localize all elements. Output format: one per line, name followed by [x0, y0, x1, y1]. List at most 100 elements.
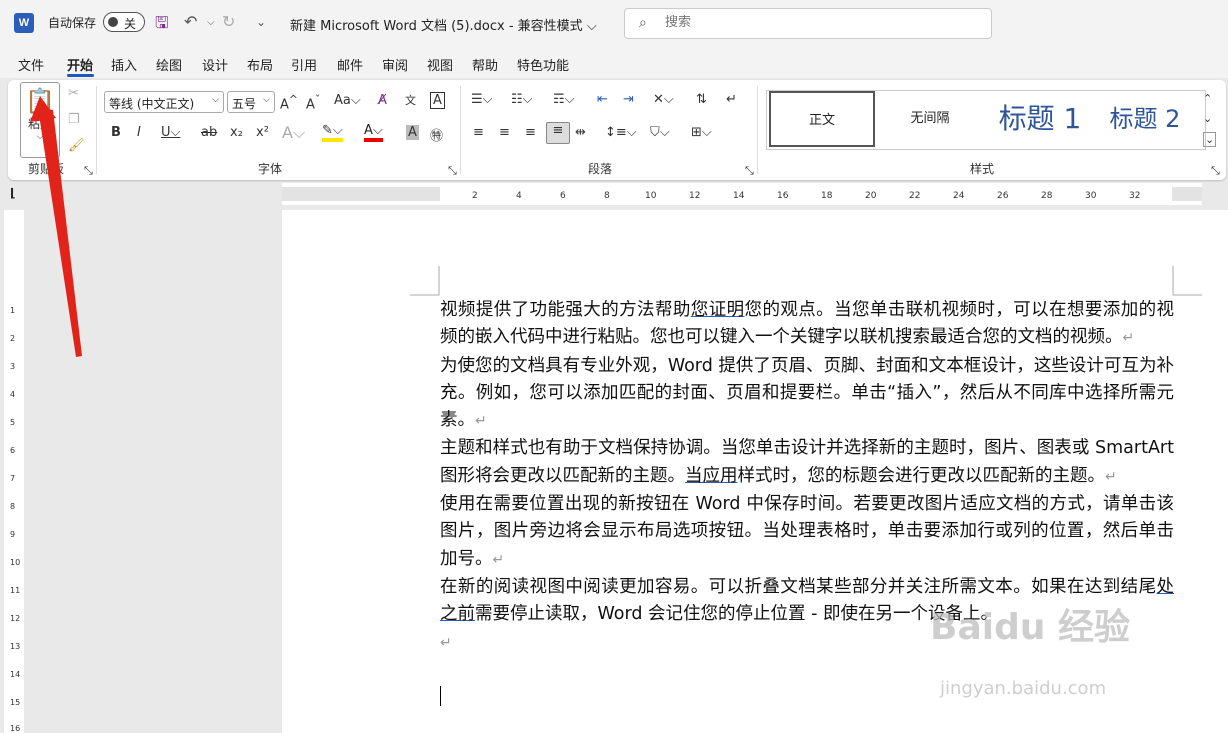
tab-insert[interactable]: 插入	[111, 55, 137, 74]
styles-gallery: 正文 无间隔 标题 1 标题 2	[766, 90, 1206, 150]
text-run: 使用在需要位置出现的新按钮在 Word 中保存时间。若要更改图片适应文档的方式，…	[440, 494, 1174, 569]
subscript-button[interactable]: x₂	[230, 125, 243, 140]
font-size-combo[interactable]: 五号 ⌵	[227, 91, 275, 113]
highlight-icon[interactable]: ✎⌵	[322, 123, 343, 142]
paragraph-1: 视频提供了功能强大的方法帮助您证明您的观点。当您单击联机视频时，可以在想要添加的…	[440, 297, 1174, 353]
paste-button[interactable]: 📋 粘贴 ⌵	[20, 82, 60, 158]
shading-icon[interactable]: ⛉⌵	[650, 125, 670, 140]
tab-selector-icon[interactable]: ⌊	[10, 186, 15, 200]
v-tick: 11	[10, 586, 21, 595]
grammar-underlined-text[interactable]: 您证明	[691, 300, 745, 320]
horizontal-ruler[interactable]: 2 4 6 8 10 12 14 16 18 20 22 24 26 28 30…	[282, 183, 1202, 205]
h-tick: 12	[689, 191, 701, 201]
grammar-underlined-text[interactable]: 当应用	[685, 466, 738, 486]
increase-indent-icon[interactable]: ⇥	[623, 92, 634, 107]
tab-layout[interactable]: 布局	[247, 55, 273, 74]
superscript-button[interactable]: x²	[256, 125, 269, 140]
autosave-toggle[interactable]: 关	[103, 12, 145, 32]
undo-icon[interactable]: ↶	[184, 12, 197, 31]
font-name-chevron-icon: ⌵	[212, 95, 219, 105]
tab-special-features[interactable]: 特色功能	[517, 55, 569, 74]
h-tick: 2	[472, 191, 478, 201]
styles-scroll-up-icon[interactable]: ⌃	[1203, 92, 1212, 105]
text-run: 视频提供了功能强大的方法帮助	[440, 300, 691, 320]
show-marks-icon[interactable]: ↵	[726, 92, 737, 107]
strikethrough-button[interactable]: ab	[201, 125, 217, 140]
v-tick: 10	[10, 558, 21, 567]
format-painter-icon[interactable]: 🖌	[68, 138, 85, 153]
tab-mailings[interactable]: 邮件	[337, 55, 363, 74]
clear-formatting-icon[interactable]: A̸	[378, 93, 387, 108]
search-input[interactable]	[665, 15, 965, 30]
styles-more-icon[interactable]: ⌄	[1203, 132, 1217, 147]
sort-icon[interactable]: ⇅	[696, 92, 707, 107]
align-left-icon[interactable]: ≡	[473, 125, 484, 140]
align-right-icon[interactable]: ≡	[525, 125, 536, 140]
v-tick: 9	[10, 530, 16, 539]
h-tick: 32	[1129, 191, 1141, 201]
character-border-icon[interactable]: A	[430, 92, 445, 109]
paragraph-mark-icon: ↵	[492, 551, 505, 568]
title-bar: W 自动保存 关 🖫 ↶ ⌵ ↻ ⌄ 新建 Microsoft Word 文档 …	[0, 0, 1228, 46]
align-center-icon[interactable]: ≡	[499, 125, 510, 140]
copy-icon[interactable]: ❐	[68, 112, 80, 127]
redo-icon[interactable]: ↻	[222, 12, 235, 31]
search-box[interactable]: ⌕	[624, 8, 992, 39]
style-no-spacing[interactable]: 无间隔	[877, 91, 983, 149]
grow-font-icon[interactable]: A^	[280, 93, 298, 112]
clipboard-launcher-icon[interactable]: ⤡	[84, 164, 93, 178]
tab-file[interactable]: 文件	[18, 55, 44, 74]
v-tick: 12	[10, 614, 21, 623]
shrink-font-icon[interactable]: Aˇ	[306, 93, 320, 112]
undo-dropdown-icon[interactable]: ⌵	[207, 17, 215, 28]
text-effects-icon[interactable]: A⌵	[282, 123, 305, 143]
styles-scroll-down-icon[interactable]: ⌄	[1203, 112, 1212, 125]
style-heading-2[interactable]: 标题 2	[1097, 91, 1193, 149]
document-title[interactable]: 新建 Microsoft Word 文档 (5).docx - 兼容性模式 ⌵	[290, 15, 597, 34]
save-icon[interactable]: 🖫	[155, 12, 169, 39]
tab-design[interactable]: 设计	[202, 55, 228, 74]
distributed-icon[interactable]: ⇹	[575, 125, 586, 140]
paragraph-launcher-icon[interactable]: ⤡	[745, 164, 754, 178]
change-case-icon[interactable]: Aa⌵	[334, 93, 361, 108]
multilevel-list-icon[interactable]: ☶⌵	[553, 92, 575, 107]
character-shading-icon[interactable]: A	[406, 125, 419, 140]
phonetic-guide-icon[interactable]: 文	[405, 92, 416, 108]
v-tick: 7	[10, 474, 16, 483]
bullets-icon[interactable]: ☰⌵	[471, 92, 493, 107]
style-heading-1[interactable]: 标题 1	[985, 91, 1095, 149]
font-name-combo[interactable]: 等线 (中文正文) ⌵	[104, 91, 224, 113]
font-color-icon[interactable]: A⌵	[364, 123, 383, 142]
v-tick: 2	[10, 334, 16, 343]
justify-button[interactable]: ≡	[546, 122, 570, 144]
cut-icon[interactable]: ✂	[68, 86, 79, 101]
v-tick: 14	[10, 670, 21, 679]
style-normal[interactable]: 正文	[769, 91, 875, 147]
search-icon: ⌕	[639, 15, 647, 31]
v-tick: 8	[10, 502, 16, 511]
underline-button[interactable]: U⌵	[161, 125, 180, 140]
tab-review[interactable]: 审阅	[382, 55, 408, 74]
tab-help[interactable]: 帮助	[472, 55, 498, 74]
bold-button[interactable]: B	[111, 125, 121, 140]
tab-home[interactable]: 开始	[67, 55, 93, 74]
decrease-indent-icon[interactable]: ⇤	[597, 92, 608, 107]
line-spacing-icon[interactable]: ↕≡⌵	[605, 125, 637, 140]
h-tick: 20	[865, 191, 877, 201]
tab-draw[interactable]: 绘图	[156, 55, 182, 74]
italic-button[interactable]: I	[137, 125, 141, 140]
numbering-icon[interactable]: ☷⌵	[511, 92, 533, 107]
h-tick: 14	[733, 191, 745, 201]
customize-quick-access-icon[interactable]: ⌄	[256, 15, 266, 29]
compat-mode-text: 兼容性模式	[517, 19, 583, 34]
h-tick: 24	[953, 191, 965, 201]
font-launcher-icon[interactable]: ⤡	[448, 164, 457, 178]
enclose-character-icon[interactable]: ㊕	[430, 125, 443, 144]
chinese-layout-icon[interactable]: ✕⌵	[653, 92, 674, 107]
paragraph-4: 使用在需要位置出现的新按钮在 Word 中保存时间。若要更改图片适应文档的方式，…	[440, 491, 1174, 574]
vertical-ruler[interactable]: 1 2 3 4 5 6 7 8 9 10 11 12 13 14 15 16	[4, 210, 24, 733]
tab-references[interactable]: 引用	[291, 55, 317, 74]
borders-icon[interactable]: ⊞⌵	[691, 125, 712, 140]
tab-view[interactable]: 视图	[427, 55, 453, 74]
styles-launcher-icon[interactable]: ⤡	[1211, 164, 1220, 178]
